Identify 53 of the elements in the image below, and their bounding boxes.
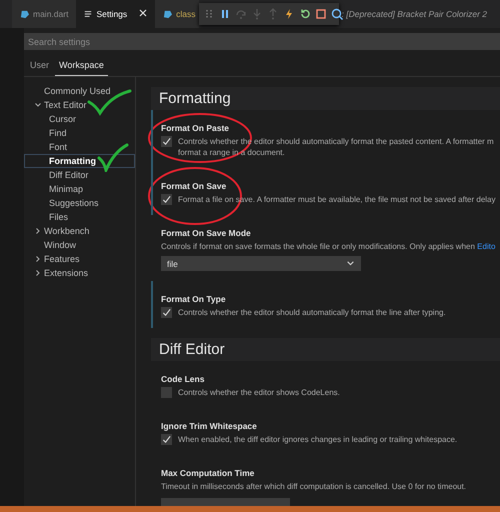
editor-tab[interactable]: class: [155, 0, 199, 28]
stop-icon[interactable]: [314, 8, 327, 20]
setting-description: Timeout in milliseconds after which diff computation is cancelled. Use 0 for no timeout.: [160, 481, 468, 492]
dart-file-icon: [163, 10, 172, 18]
chevron-icon[interactable]: [34, 227, 42, 235]
tree-item[interactable]: Suggestions: [24, 196, 135, 210]
tree-item[interactable]: Extensions: [24, 266, 135, 280]
tree-item[interactable]: Commonly Used: [24, 84, 135, 98]
setting-link[interactable]: Edito: [477, 242, 496, 251]
checkbox[interactable]: [161, 194, 172, 205]
checkbox[interactable]: [161, 387, 172, 398]
tree-item[interactable]: Features: [24, 252, 135, 266]
editor-tab[interactable]: Settings: [76, 0, 156, 28]
setting-title: Format On Save Mode: [160, 228, 252, 238]
dart-file-icon: [20, 10, 29, 18]
setting-title: Format On Type: [160, 294, 227, 304]
tree-item[interactable]: Diff Editor: [24, 168, 135, 182]
tab-title[interactable]: : [Deprecated] Bracket Pair Colorizer 2: [338, 9, 488, 19]
tree-item[interactable]: Files: [24, 210, 135, 224]
setting-description: When enabled, the diff editor ignores changes in leading or trailing whitespace.: [178, 434, 458, 445]
setting-description: Controls whether the editor should automatically format the line after typing.: [178, 307, 446, 318]
tree-item[interactable]: Formatting: [24, 154, 135, 168]
setting-title: Ignore Trim Whitespace: [160, 421, 258, 431]
search-field[interactable]: Search settings: [24, 33, 500, 50]
section-heading: Formatting: [151, 87, 500, 110]
setting-description: Controls whether the editor shows CodeLens.: [178, 387, 340, 398]
lines-icon: [84, 10, 92, 18]
tree-item[interactable]: Window: [24, 238, 135, 252]
restart-icon[interactable]: [298, 8, 311, 20]
section-heading: Diff Editor: [151, 338, 500, 361]
tree-item[interactable]: Minimap: [24, 182, 135, 196]
setting-title: Format On Paste: [160, 123, 230, 133]
hand-drawn-check-icon: [96, 142, 130, 172]
hand-drawn-check-icon: [86, 88, 132, 116]
chevron-icon[interactable]: [34, 101, 42, 109]
checkbox[interactable]: [161, 434, 172, 445]
scope-tab[interactable]: Workspace: [55, 58, 108, 76]
setting-title: Max Computation Time: [160, 468, 256, 478]
magnifier-icon[interactable]: [330, 8, 343, 20]
editor-tab[interactable]: main.dart: [12, 0, 76, 28]
tree-item[interactable]: Cursor: [24, 112, 135, 126]
setting-title: Code Lens: [160, 374, 206, 384]
setting-title: Format On Save: [160, 181, 228, 191]
tree-item[interactable]: Workbench: [24, 224, 135, 238]
tree-item[interactable]: Find: [24, 126, 135, 140]
setting-description: Controls if format on save formats the whole file or only modifications. Only applies when Edito: [160, 241, 496, 252]
checkbox[interactable]: [161, 136, 172, 147]
chevron-down-icon: [346, 259, 355, 268]
tree-item[interactable]: Text Editor: [24, 98, 135, 112]
checkbox[interactable]: [161, 307, 172, 318]
tree-item[interactable]: Font: [24, 140, 135, 154]
scope-tab[interactable]: User: [26, 58, 54, 76]
dropdown[interactable]: file: [161, 256, 361, 271]
